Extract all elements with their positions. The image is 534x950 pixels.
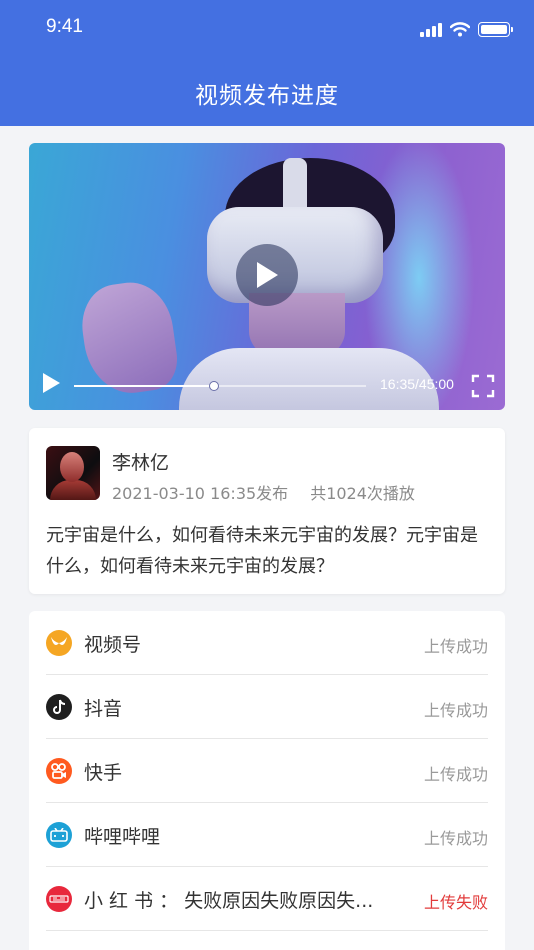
platform-row-kuaishou[interactable]: 快手 上传成功 xyxy=(46,739,488,803)
upload-status: 上传失败 xyxy=(423,893,488,912)
signal-icon xyxy=(420,22,442,37)
publish-time: 2021-03-10 16:35发布 xyxy=(112,484,289,503)
video-frame-headset xyxy=(207,207,383,303)
time-display: 16:35/45:00 xyxy=(380,376,454,392)
status-icons xyxy=(420,22,513,37)
platform-list: 视频号 上传成功 抖音 上传成功 快手 上传成功 哔哩哔哩 上传成功 小 红 书… xyxy=(29,611,505,950)
progress-played xyxy=(74,385,215,387)
wifi-icon xyxy=(450,22,470,37)
bilibili-icon xyxy=(46,822,72,848)
kuaishou-icon xyxy=(46,758,72,784)
battery-icon xyxy=(478,22,513,37)
video-player[interactable]: 16:35/45:00 xyxy=(29,143,505,410)
video-description: 元宇宙是什么，如何看待未来元宇宙的发展？元宇宙是什么，如何看待未来元宇宙的发展？ xyxy=(46,525,478,577)
fullscreen-icon[interactable] xyxy=(471,374,495,398)
platform-row-xiaohongshu[interactable]: 小 红 书 ： 失败原因失败原因失... 上传失败 xyxy=(46,867,488,931)
upload-status: 上传成功 xyxy=(423,701,488,720)
author-card: 李林亿 2021-03-10 16:35发布 共1024次播放 元宇宙是什么，如… xyxy=(29,428,505,594)
app-header: 9:41 视频发布进度 xyxy=(0,0,534,126)
platform-row-wechat-channels[interactable]: 视频号 上传成功 xyxy=(46,611,488,675)
xiaohongshu-icon xyxy=(46,886,72,912)
platform-row-more[interactable] xyxy=(46,931,488,950)
platform-name: 快手 xyxy=(84,762,123,784)
progress-bar[interactable] xyxy=(74,381,366,391)
platform-name: 视频号 xyxy=(84,634,142,656)
wechat-channels-icon xyxy=(46,630,72,656)
avatar[interactable] xyxy=(46,446,100,500)
platform-name: 哔哩哔哩 xyxy=(84,826,161,848)
upload-status: 上传成功 xyxy=(423,829,488,848)
play-count: 共1024次播放 xyxy=(310,484,415,503)
author-name[interactable]: 李林亿 xyxy=(112,448,169,475)
page-title: 视频发布进度 xyxy=(195,83,339,109)
douyin-icon xyxy=(46,694,72,720)
play-icon xyxy=(257,262,278,288)
platform-name: 抖音 xyxy=(84,698,123,720)
video-controls: 16:35/45:00 xyxy=(29,360,505,410)
upload-status: 上传成功 xyxy=(423,765,488,784)
progress-handle[interactable] xyxy=(209,381,220,391)
play-small-icon[interactable] xyxy=(41,372,61,394)
platform-row-bilibili[interactable]: 哔哩哔哩 上传成功 xyxy=(46,803,488,867)
author-meta: 2021-03-10 16:35发布 共1024次播放 xyxy=(112,480,415,504)
upload-status: 上传成功 xyxy=(423,637,488,656)
status-time: 9:41 xyxy=(46,16,83,37)
play-button[interactable] xyxy=(236,244,298,306)
platform-row-douyin[interactable]: 抖音 上传成功 xyxy=(46,675,488,739)
platform-name: 小 红 书 ： 失败原因失败原因失... xyxy=(84,890,374,912)
